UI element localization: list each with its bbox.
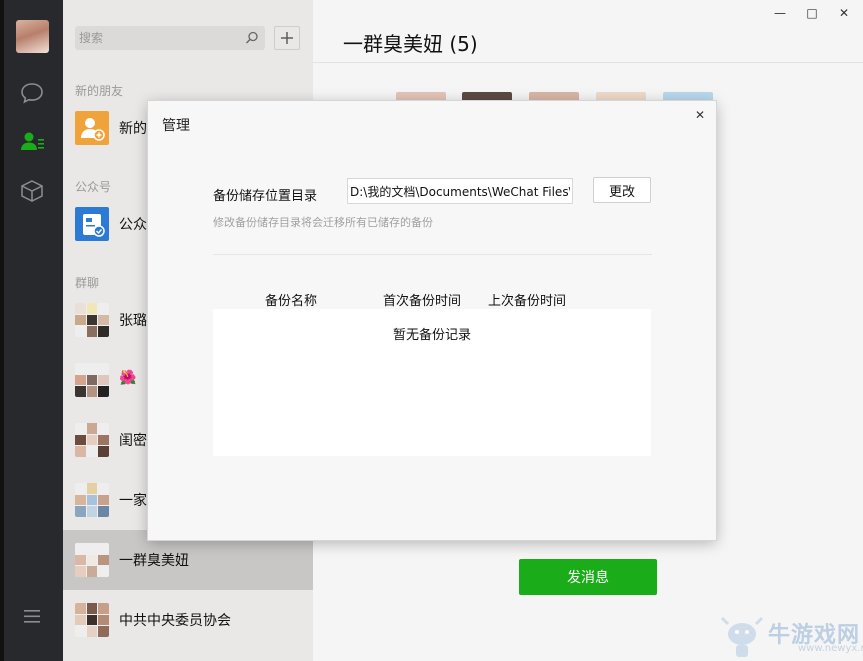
favorites-box-icon[interactable]: [19, 178, 45, 204]
menu-icon[interactable]: [19, 603, 45, 629]
contact-label: 一家: [119, 493, 147, 509]
contact-label: 张璐: [119, 313, 147, 329]
contact-label: 中共中央委员协会: [119, 613, 231, 629]
window-edge: [0, 0, 4, 661]
contact-label: 🌺: [119, 370, 137, 386]
watermark-url: www.newyx.net: [798, 643, 863, 654]
section-new-friends: 新的朋友: [75, 84, 124, 98]
group-avatar: [75, 303, 109, 337]
change-directory-button[interactable]: 更改: [593, 177, 651, 203]
column-header-first-backup: 首次备份时间: [383, 294, 462, 309]
user-avatar[interactable]: [16, 20, 49, 53]
send-message-button[interactable]: 发消息: [519, 559, 657, 595]
navigation-bar: [0, 0, 63, 661]
search-input[interactable]: [75, 26, 265, 50]
group-avatar: [75, 363, 109, 397]
contact-label: 新的: [119, 121, 147, 137]
section-official-accounts: 公众号: [75, 180, 112, 194]
divider: [213, 254, 652, 255]
backup-table: 暂无备份记录: [213, 309, 651, 456]
backup-manage-dialog: 管理 ✕ 备份储存位置目录 更改 修改备份储存目录将会迁移所有已储存的备份 备份…: [148, 101, 716, 540]
add-contact-button[interactable]: [274, 26, 300, 50]
chat-icon[interactable]: [19, 80, 45, 106]
plus-icon: [281, 32, 293, 44]
official-account-icon: [75, 207, 109, 241]
group-avatar: [75, 423, 109, 457]
group-avatar: [75, 603, 109, 637]
close-icon[interactable]: ✕: [835, 4, 853, 22]
minimize-icon[interactable]: —: [771, 4, 789, 22]
contact-label: 公众: [119, 217, 147, 233]
close-icon[interactable]: ✕: [692, 107, 708, 123]
search-icon[interactable]: [244, 30, 260, 46]
column-header-name: 备份名称: [265, 294, 318, 309]
empty-state-text: 暂无备份记录: [392, 328, 471, 343]
contacts-icon[interactable]: [19, 128, 45, 154]
directory-hint: 修改备份储存目录将会迁移所有已储存的备份: [213, 216, 433, 229]
new-friends-icon: [75, 111, 109, 145]
maximize-icon[interactable]: □: [803, 4, 821, 22]
header-divider: [313, 62, 863, 63]
contact-label: 闺密: [119, 433, 147, 449]
dialog-title: 管理: [162, 118, 190, 134]
group-avatar: [75, 483, 109, 517]
section-group-chats: 群聊: [75, 276, 100, 290]
group-avatar: [75, 543, 109, 577]
chat-title: 一群臭美妞 (5): [343, 32, 478, 56]
contact-label: 一群臭美妞: [119, 553, 189, 569]
backup-directory-label: 备份储存位置目录: [213, 189, 318, 204]
backup-directory-field[interactable]: [347, 178, 573, 204]
column-header-last-backup: 上次备份时间: [488, 294, 567, 309]
list-item-group[interactable]: 中共中央委员协会: [63, 590, 313, 650]
